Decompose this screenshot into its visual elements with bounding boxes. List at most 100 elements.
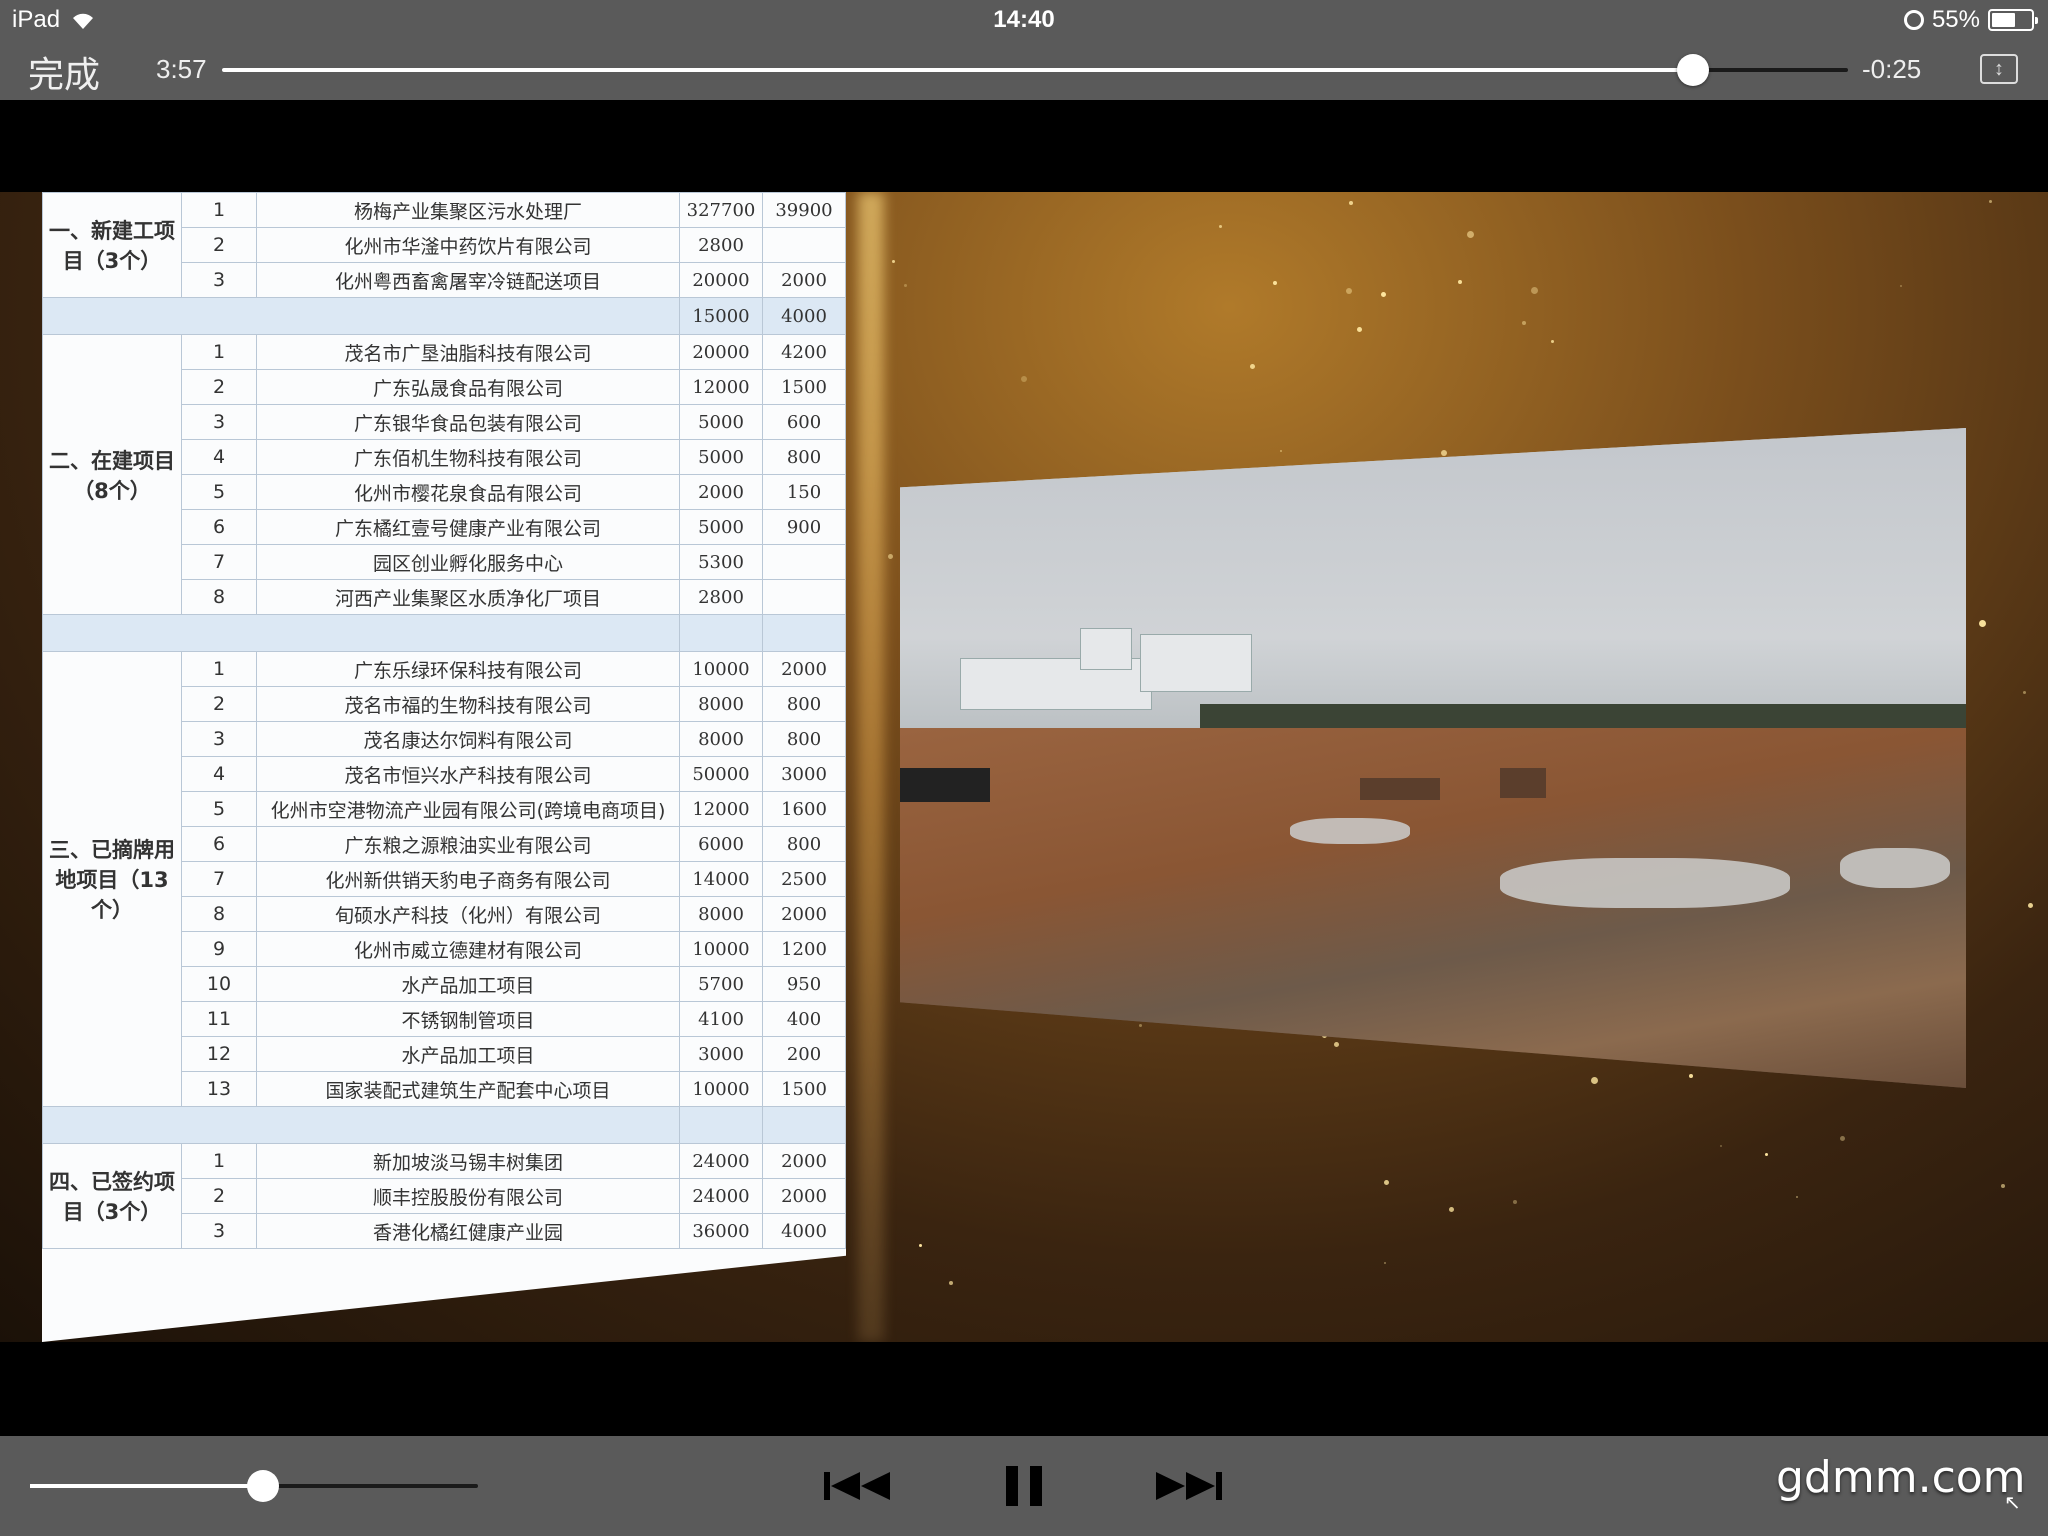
- scrubber[interactable]: [222, 54, 1848, 86]
- value-b: [762, 227, 846, 263]
- value-a: 5000: [679, 439, 763, 475]
- value-b: 800: [762, 721, 846, 757]
- row-number: 1: [181, 192, 257, 228]
- company-name: 化州市空港物流产业园有限公司(跨境电商项目): [256, 791, 680, 827]
- corner-arrow-icon: ↖: [2004, 1492, 2021, 1514]
- section-divider-row: 15000 4000: [42, 297, 846, 335]
- row-number: 11: [181, 1001, 257, 1037]
- value-a: 14000: [679, 861, 763, 897]
- value-b: 2000: [762, 896, 846, 932]
- value-b: 200: [762, 1036, 846, 1072]
- next-track-button[interactable]: [1154, 1458, 1224, 1514]
- value-a: 5700: [679, 966, 763, 1002]
- light-streak: [858, 192, 884, 1342]
- table-row: 四、已签约项目（3个） 1 新加坡淡马锡丰树集团 24000 2000: [42, 1143, 846, 1249]
- value-b: 39900: [762, 192, 846, 228]
- section-divider-row: [42, 614, 846, 652]
- sparkle: [2001, 1184, 2006, 1189]
- company-name: 广东佰机生物科技有限公司: [256, 439, 680, 475]
- company-name: 化州粤西畜禽屠宰冷链配送项目: [256, 262, 680, 298]
- value-b: 900: [762, 509, 846, 545]
- sparkle: [1440, 449, 1447, 456]
- value-b: 150: [762, 474, 846, 510]
- photo-treeline: [1200, 704, 1966, 730]
- row-number: 4: [181, 756, 257, 792]
- company-name: 化州新供销天豹电子商务有限公司: [256, 861, 680, 897]
- group-label: 二、在建项目（8个）: [42, 334, 182, 615]
- sparkle: [1521, 321, 1526, 326]
- sparkle: [1530, 287, 1538, 295]
- row-number: 2: [181, 369, 257, 405]
- sparkle: [904, 283, 908, 287]
- table-row: 一、新建工项目（3个） 1 杨梅产业集聚区污水处理厂 327700 39900: [42, 192, 846, 298]
- company-name: 园区创业孵化服务中心: [256, 544, 680, 580]
- company-name: 不锈钢制管项目: [256, 1001, 680, 1037]
- company-name: 新加坡淡马锡丰树集团: [256, 1143, 680, 1179]
- value-b: [762, 579, 846, 615]
- company-name: 广东弘晟食品有限公司: [256, 369, 680, 405]
- sparkle: [1719, 1145, 1722, 1148]
- photo-excavator: [1500, 768, 1546, 798]
- value-a: 20000: [679, 334, 763, 370]
- row-number: 2: [181, 227, 257, 263]
- company-name: 顺丰控股股份有限公司: [256, 1178, 680, 1214]
- sparkle: [1512, 1200, 1517, 1205]
- previous-track-button[interactable]: [822, 1458, 892, 1514]
- project-table-slide: 一、新建工项目（3个） 1 杨梅产业集聚区污水处理厂 327700 39900 2 化州市华…: [42, 192, 846, 1342]
- company-name: 茂名市广垦油脂科技有限公司: [256, 334, 680, 370]
- sparkle: [892, 259, 896, 263]
- done-button[interactable]: 完成: [28, 46, 100, 98]
- value-b: 800: [762, 686, 846, 722]
- scrubber-thumb[interactable]: [1677, 54, 1710, 86]
- photo-puddle: [1290, 818, 1410, 844]
- sparkle: [1218, 225, 1222, 229]
- value-b: [762, 1106, 846, 1144]
- value-a: 4100: [679, 1001, 763, 1037]
- company-name: 河西产业集聚区水质净化厂项目: [256, 579, 680, 615]
- sparkle: [1590, 1077, 1598, 1084]
- alarm-icon: [1903, 10, 1924, 30]
- row-number: 1: [181, 651, 257, 687]
- value-a: 5000: [679, 404, 763, 440]
- divider-cell: [42, 297, 680, 335]
- divider-cell: [42, 1106, 680, 1144]
- value-a: 2800: [679, 579, 763, 615]
- company-name: 水产品加工项目: [256, 966, 680, 1002]
- value-b: 1500: [762, 369, 846, 405]
- row-number: 12: [181, 1036, 257, 1072]
- section-divider-row: [42, 1106, 846, 1144]
- value-a: 10000: [679, 931, 763, 967]
- value-a: 5000: [679, 509, 763, 545]
- value-b: 1600: [762, 791, 846, 827]
- sparkle: [1689, 1073, 1694, 1078]
- company-name: 化州市樱花泉食品有限公司: [256, 474, 680, 510]
- value-a: 36000: [679, 1213, 763, 1249]
- sparkle: [949, 1281, 954, 1286]
- skip-back-icon: [824, 1472, 890, 1500]
- pause-button[interactable]: [1000, 1458, 1050, 1514]
- volume-slider[interactable]: [30, 1470, 478, 1502]
- row-number: 6: [181, 509, 257, 545]
- video-frame[interactable]: 一、新建工项目（3个） 1 杨梅产业集聚区污水处理厂 327700 39900 2 化州市华…: [0, 192, 2048, 1342]
- clock: 14:40: [993, 6, 1055, 33]
- row-number: 3: [181, 262, 257, 298]
- sparkle: [1349, 201, 1354, 206]
- sparkle: [1467, 231, 1475, 239]
- value-b: 4200: [762, 334, 846, 370]
- aspect-toggle-icon[interactable]: ↕: [1980, 54, 2018, 84]
- group-label: 三、已摘牌用地项目（13个）: [42, 651, 182, 1107]
- company-name: 旬硕水产科技（化州）有限公司: [256, 896, 680, 932]
- row-number: 4: [181, 439, 257, 475]
- company-name: 化州市华滏中药饮片有限公司: [256, 227, 680, 263]
- value-a: 20000: [679, 262, 763, 298]
- value-b: 800: [762, 826, 846, 862]
- row-number: 3: [181, 721, 257, 757]
- battery-percent: 55%: [1931, 6, 1980, 33]
- sparkle: [1457, 279, 1462, 284]
- volume-thumb[interactable]: [246, 1470, 279, 1502]
- sparkle: [1139, 1024, 1143, 1028]
- row-number: 10: [181, 966, 257, 1002]
- sparkle: [1448, 1207, 1454, 1213]
- company-name: 广东银华食品包装有限公司: [256, 404, 680, 440]
- sparkle: [1764, 1153, 1768, 1157]
